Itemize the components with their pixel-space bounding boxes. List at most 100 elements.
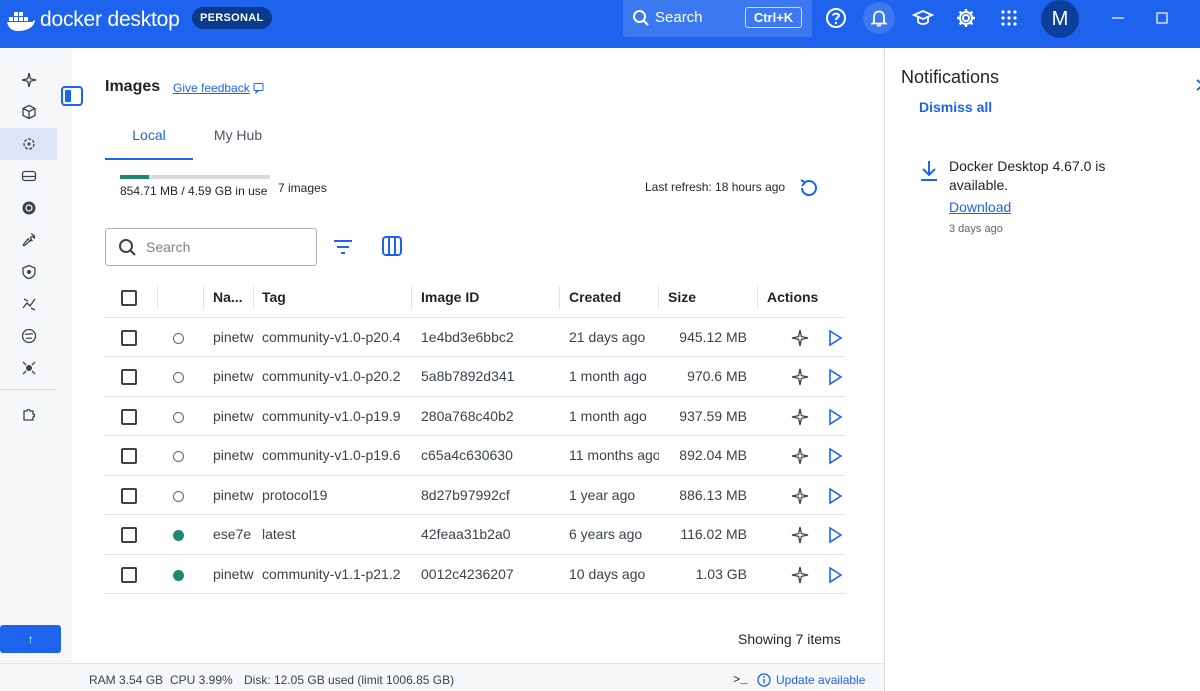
notifications-button[interactable]	[863, 2, 895, 34]
global-search-label: Search	[655, 9, 703, 26]
sidebar-item-containers[interactable]	[0, 64, 57, 96]
images-table: Na... Tag Image ID Created Size Actions …	[105, 278, 845, 594]
learn-button[interactable]	[907, 2, 939, 34]
cell-name[interactable]: pinetw	[213, 436, 255, 475]
row-checkbox[interactable]	[121, 369, 137, 385]
volumes-icon	[22, 138, 35, 150]
inspect-icon[interactable]	[791, 526, 809, 544]
row-checkbox[interactable]	[121, 448, 137, 464]
table-row[interactable]: pinetw community-v1.0-p20.2 5a8b7892d341 1 …	[105, 357, 845, 397]
chevron-right-icon[interactable]	[1195, 78, 1200, 92]
sidebar-item-dev-tools[interactable]	[0, 224, 57, 256]
grid-icon	[1001, 10, 1017, 26]
cell-image-id: c65a4c630630	[421, 447, 513, 463]
unused-indicator	[173, 490, 184, 502]
inspect-icon[interactable]	[791, 329, 809, 347]
col-image-id[interactable]: Image ID	[421, 278, 551, 317]
cell-tag: community-v1.0-p19.6	[262, 447, 401, 463]
row-checkbox[interactable]	[121, 408, 137, 425]
cell-name[interactable]: pinetw	[213, 476, 255, 515]
row-checkbox[interactable]	[121, 527, 137, 543]
refresh-icon[interactable]	[797, 176, 821, 200]
run-icon[interactable]	[826, 329, 844, 347]
col-size[interactable]: Size	[668, 278, 748, 317]
brand-name: docker desktop	[40, 8, 180, 31]
table-row[interactable]: pinetw protocol19 8d27b97992cf 1 year ago 88…	[105, 476, 845, 515]
inspect-icon[interactable]	[791, 368, 809, 386]
table-row[interactable]: pinetw community-v1.1-p21.2 0012c4236207 10…	[105, 555, 845, 594]
inspect-icon[interactable]	[791, 566, 809, 584]
disk-usage-fill	[120, 175, 149, 179]
cell-tag: community-v1.0-p19.9	[262, 407, 401, 424]
run-icon[interactable]	[826, 447, 844, 465]
sidebar-item-models[interactable]	[0, 288, 57, 320]
page-title: Images	[105, 78, 161, 95]
cell-name[interactable]: pinetw	[213, 357, 255, 396]
run-icon[interactable]	[826, 487, 844, 505]
unused-indicator	[173, 451, 184, 462]
inspect-icon[interactable]	[791, 408, 809, 426]
terminal-button[interactable]: >_	[733, 673, 747, 687]
give-feedback-link[interactable]: Give feedback	[173, 81, 265, 95]
row-checkbox[interactable]	[121, 566, 137, 583]
global-search[interactable]: Search Ctrl+K	[623, 0, 812, 37]
sidebar-item-extensions[interactable]	[0, 398, 57, 430]
minimize-icon[interactable]	[1108, 8, 1128, 28]
col-tag[interactable]: Tag	[262, 278, 402, 317]
gear-icon	[957, 9, 975, 27]
sidebar-up-button[interactable]: ↑	[0, 625, 61, 653]
tab-my-hub[interactable]: My Hub	[193, 120, 283, 160]
cell-name[interactable]: pinetw	[213, 318, 255, 357]
inspect-icon[interactable]	[791, 487, 809, 505]
cell-size: 945.12 MB	[679, 328, 747, 345]
table-row[interactable]: pinetw community-v1.0-p19.9 280a768c40b2 1 …	[105, 397, 845, 436]
columns-icon[interactable]	[380, 234, 404, 258]
tab-local[interactable]: Local	[105, 120, 193, 160]
sidebar-item-images[interactable]	[0, 96, 57, 128]
row-checkbox[interactable]	[121, 487, 137, 504]
docker-whale-icon	[7, 12, 35, 31]
sidebar-item-scout[interactable]	[0, 256, 57, 288]
notification-message: Docker Desktop 4.67.0 is available.	[949, 158, 1106, 193]
download-link[interactable]: Download	[949, 199, 1011, 215]
run-icon[interactable]	[826, 526, 844, 544]
run-icon[interactable]	[826, 566, 844, 584]
col-created[interactable]: Created	[569, 278, 657, 317]
sidebar-item-volumes[interactable]	[0, 128, 57, 160]
help-button[interactable]	[820, 2, 852, 34]
avatar[interactable]: M	[1041, 0, 1079, 38]
cell-size: 892.04 MB	[679, 447, 747, 463]
sidebar-item-kubernetes[interactable]	[0, 192, 57, 224]
sidebar-item-ai[interactable]	[0, 352, 57, 384]
cell-size: 116.02 MB	[680, 526, 747, 542]
inspect-icon[interactable]	[791, 447, 809, 465]
dismiss-all-button[interactable]: Dismiss all	[919, 99, 992, 115]
run-icon[interactable]	[826, 368, 844, 386]
image-count: 7 images	[278, 181, 327, 195]
image-search[interactable]	[105, 228, 317, 266]
select-all-checkbox[interactable]	[121, 290, 137, 306]
update-available-link[interactable]: Update available	[776, 673, 865, 687]
last-refresh: Last refresh: 18 hours ago	[645, 180, 786, 194]
notification-time: 3 days ago	[949, 223, 1003, 235]
table-row[interactable]: pinetw community-v1.0-p20.4 1e4bd3e6bbc2 21…	[105, 318, 845, 357]
settings-button[interactable]	[950, 2, 982, 34]
apps-button[interactable]	[993, 2, 1025, 34]
status-bar: RAM 3.54 GB CPU 3.99% Disk: 12.05 GB use…	[0, 663, 884, 691]
sidebar-toggle-icon[interactable]	[60, 84, 84, 108]
plan-badge: PERSONAL	[192, 7, 272, 29]
run-icon[interactable]	[826, 408, 844, 426]
filter-icon[interactable]	[331, 235, 355, 259]
image-search-input[interactable]	[146, 237, 306, 257]
table-row[interactable]: pinetw community-v1.0-p19.6 c65a4c630630 11…	[105, 436, 845, 476]
sidebar-item-builds[interactable]	[0, 160, 57, 192]
col-name[interactable]: Na...	[213, 278, 251, 317]
unused-indicator	[173, 372, 184, 383]
row-checkbox[interactable]	[121, 329, 137, 346]
cell-name[interactable]: pinetw	[213, 555, 255, 594]
cell-name[interactable]: pinetw	[213, 397, 255, 436]
cell-name[interactable]: ese7e	[213, 515, 255, 554]
table-row[interactable]: ese7e latest 42feaa31b2a0 6 years ago 116.02…	[105, 515, 845, 555]
maximize-icon[interactable]	[1152, 8, 1172, 28]
sidebar-item-mcp[interactable]	[0, 320, 57, 352]
